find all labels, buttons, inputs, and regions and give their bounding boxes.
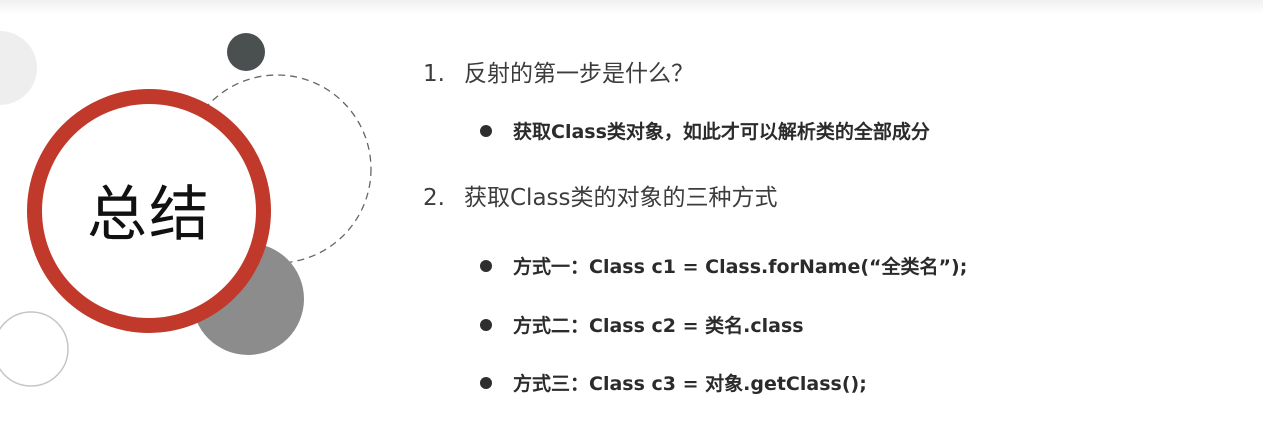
bullet-dot-icon: [480, 259, 492, 272]
light-gray-circle: [0, 31, 37, 105]
method-3-text: 方式三：Class c3 = 对象.getClass();: [513, 373, 867, 395]
question-2-number: 2.: [423, 185, 445, 211]
bullet-dot-icon: [480, 318, 492, 331]
slide: 总结 1. 反射的第一步是什么？ 获取Class类对象，如此才可以解析类的全部成分…: [0, 0, 1263, 422]
method-3-bullet: 方式三：Class c3 = 对象.getClass();: [480, 369, 867, 396]
question-1: 1. 反射的第一步是什么？: [423, 54, 694, 88]
question-2-text: 获取Class类的对象的三种方式: [464, 185, 778, 211]
method-2-text: 方式二：Class c2 = 类名.class: [513, 315, 804, 337]
page-title: 总结: [87, 179, 211, 250]
bullet-dot-icon: [480, 124, 492, 137]
answer-1-bullet: 获取Class类对象，如此才可以解析类的全部成分: [480, 117, 930, 144]
question-1-number: 1.: [423, 61, 445, 87]
method-2-bullet: 方式二：Class c2 = 类名.class: [480, 311, 804, 338]
outline-circle: [0, 311, 69, 387]
method-1-bullet: 方式一：Class c1 = Class.forName(“全类名”);: [480, 252, 967, 279]
bullet-dot-icon: [480, 376, 492, 389]
title-ring: 总结: [27, 89, 271, 333]
question-1-text: 反射的第一步是什么？: [464, 61, 694, 87]
method-1-text: 方式一：Class c1 = Class.forName(“全类名”);: [513, 256, 968, 278]
answer-1-text: 获取Class类对象，如此才可以解析类的全部成分: [513, 121, 930, 143]
summary-content: 1. 反射的第一步是什么？ 获取Class类对象，如此才可以解析类的全部成分 2.…: [423, 0, 1243, 422]
question-2: 2. 获取Class类的对象的三种方式: [423, 178, 778, 212]
dark-dot-circle: [227, 33, 265, 71]
